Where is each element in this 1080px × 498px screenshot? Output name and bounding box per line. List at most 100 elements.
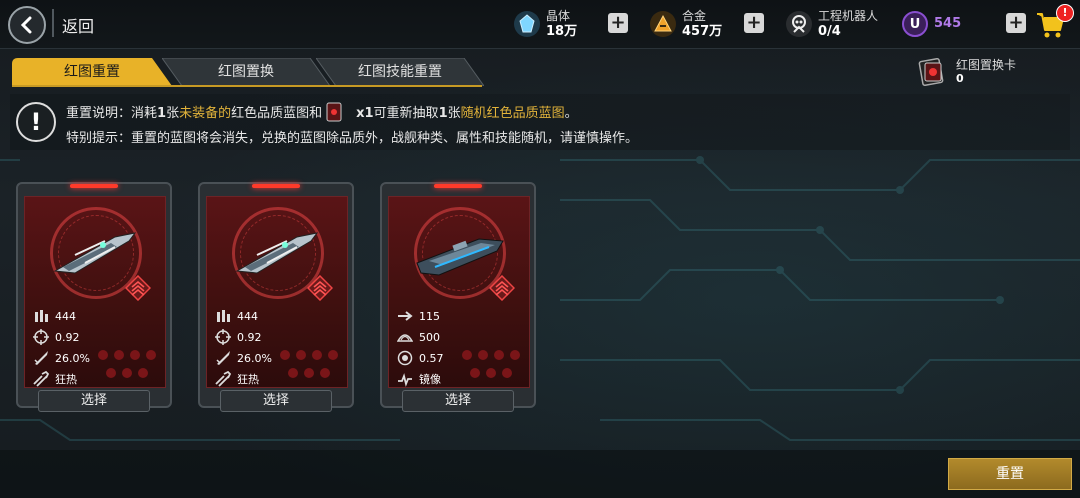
stat-row: 0.92: [215, 328, 262, 346]
crosshair-icon: [215, 329, 231, 345]
back-label[interactable]: 返回: [62, 13, 94, 37]
resource-robot: 工程机器人 0/4: [786, 6, 878, 42]
add-crystal-button[interactable]: +: [608, 13, 628, 33]
robot-icon: [786, 11, 812, 37]
stat-value: 26.0%: [55, 351, 90, 365]
stat-row: 444: [33, 307, 76, 325]
exchange-card-count: 0: [956, 72, 964, 85]
text: 。: [564, 106, 578, 121]
blueprint-card[interactable]: 115 500 0.57 镜像 选择: [380, 182, 536, 412]
reset-description: 重置说明：消耗1张未装备的红色品质蓝图和 x1可重新抽取1张随机红色品质蓝图。: [66, 102, 578, 122]
skill-icon: [33, 371, 49, 387]
add-alloy-button[interactable]: +: [744, 13, 764, 33]
missile-icon: [34, 351, 48, 365]
blueprint-card[interactable]: 444 0.92 26.0% 狂热 选择: [198, 182, 354, 412]
text: 红色品质蓝图和: [231, 106, 323, 121]
stat-value: 26.0%: [237, 351, 272, 365]
premium-value: 545: [934, 16, 962, 31]
divider: [52, 9, 54, 37]
stat-value: 镜像: [419, 373, 441, 386]
select-button[interactable]: 选择: [220, 390, 332, 412]
card-glow: [70, 184, 118, 188]
highlight-text: 随机红色品质蓝图: [460, 106, 565, 121]
text: 张: [166, 106, 180, 121]
skill-icon: [398, 373, 412, 387]
text: 1: [438, 106, 448, 121]
tab-label: 红图置换: [218, 64, 274, 80]
stat-row: 狂热: [33, 370, 77, 388]
warship-icon: [53, 232, 137, 274]
select-button[interactable]: 选择: [38, 390, 150, 412]
tab-red-blueprint-reset[interactable]: 红图重置: [12, 58, 172, 86]
bottom-bar: [0, 450, 1080, 498]
stat-value: 狂热: [237, 373, 259, 386]
stat-row: 0.92: [33, 328, 80, 346]
tab-red-blueprint-exchange[interactable]: 红图置换: [162, 58, 330, 86]
resource-premium: U 545: [902, 6, 961, 42]
info-panel: ! 重置说明：消耗1张未装备的红色品质蓝图和 x1可重新抽取1张随机红色品质蓝图。…: [10, 94, 1070, 150]
stat-value: 115: [419, 309, 440, 323]
blueprint-card[interactable]: 444 0.92 26.0% 狂热 选择: [16, 182, 172, 412]
stat-row: 狂热: [215, 370, 259, 388]
card-glow: [252, 184, 300, 188]
exchange-card-name: 红图置换卡: [956, 58, 1017, 72]
shield-icon: [397, 350, 413, 366]
resource-alloy: 合金 457万: [650, 6, 722, 42]
crystal-name: 晶体: [546, 9, 571, 23]
exclamation-icon: !: [16, 102, 56, 142]
stat-value: 444: [55, 309, 76, 323]
card-glow: [434, 184, 482, 188]
text: 可重新抽取: [373, 106, 439, 121]
stat-value: 0.92: [55, 330, 80, 344]
top-bar: 返回 晶体 18万 + 合金 457万 + 工程机器人 0/4 U 545 + …: [0, 0, 1080, 49]
stat-row: 500: [397, 328, 440, 346]
stat-row: 115: [397, 307, 440, 325]
special-warning: 特别提示：重置的蓝图将会消失，兑换的蓝图除品质外，战舰种类、属性和技能随机，请谨…: [66, 131, 639, 146]
alloy-name: 合金: [682, 9, 707, 23]
card-art: 444 0.92 26.0% 狂热: [24, 196, 166, 388]
alloy-icon: [650, 11, 676, 37]
armor-icon: [397, 334, 413, 342]
back-button[interactable]: [8, 6, 46, 44]
card-art: 115 500 0.57 镜像: [388, 196, 530, 388]
ammo-icon: [35, 310, 48, 322]
resource-crystal: 晶体 18万: [514, 6, 577, 42]
notification-badge: !: [1056, 4, 1074, 22]
select-button[interactable]: 选择: [402, 390, 514, 412]
stat-value: 0.57: [419, 351, 444, 365]
stat-row: 26.0%: [215, 349, 272, 367]
decor-pattern: [98, 350, 156, 378]
decor-pattern: [280, 350, 338, 378]
quantity-text: x1: [356, 106, 374, 121]
warship-icon: [416, 238, 504, 276]
ammo-icon: [217, 310, 230, 322]
chevron-left-icon: [20, 16, 32, 34]
speed-arrow-icon: [398, 311, 413, 321]
skill-icon: [215, 371, 231, 387]
stat-value: 444: [237, 309, 258, 323]
exchange-card-icon: [326, 102, 342, 122]
tab-label: 红图技能重置: [358, 64, 442, 80]
premium-currency-icon: U: [902, 11, 928, 37]
rank-chevron-icon: [489, 275, 515, 301]
card-art: 444 0.92 26.0% 狂热: [206, 196, 348, 388]
stat-value: 0.92: [237, 330, 262, 344]
alloy-value: 457万: [682, 24, 723, 39]
stat-value: 500: [419, 330, 440, 344]
tab-label: 红图重置: [64, 64, 120, 80]
warship-icon: [235, 232, 319, 274]
decor-pattern: [462, 350, 520, 378]
text: 重置说明：消耗: [66, 106, 158, 121]
missile-icon: [216, 351, 230, 365]
crystal-icon: [514, 11, 540, 37]
stat-row: 镜像: [397, 370, 441, 388]
rank-chevron-icon: [125, 275, 151, 301]
rank-chevron-icon: [307, 275, 333, 301]
robot-name: 工程机器人: [818, 9, 879, 23]
stat-value: 狂热: [55, 373, 77, 386]
text: 张: [447, 106, 461, 121]
tab-red-blueprint-skill-reset[interactable]: 红图技能重置: [316, 58, 484, 86]
reset-button[interactable]: 重置: [948, 458, 1072, 490]
crosshair-icon: [33, 329, 49, 345]
add-premium-button[interactable]: +: [1006, 13, 1026, 33]
